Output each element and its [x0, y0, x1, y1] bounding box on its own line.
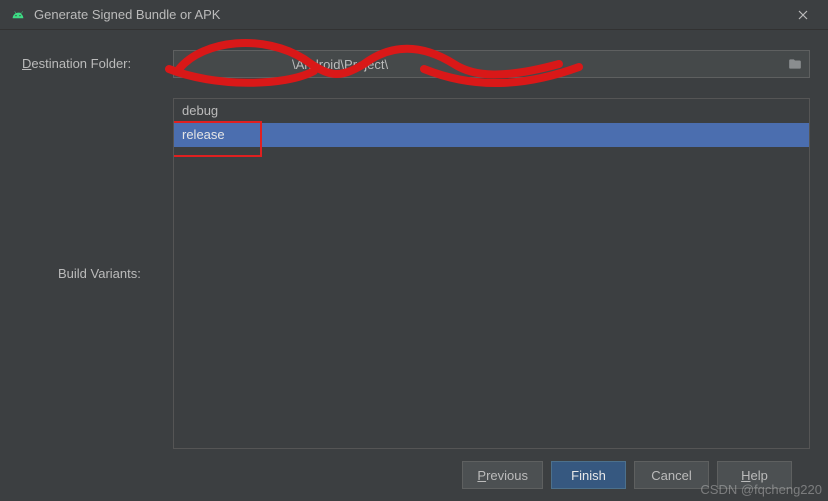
build-variants-row: Build Variants: debug release	[18, 98, 810, 449]
close-button[interactable]	[788, 0, 818, 30]
titlebar: Generate Signed Bundle or APK	[0, 0, 828, 30]
destination-input[interactable]: \Android\Project\	[173, 50, 810, 78]
destination-row: Destination Folder: \Android\Project\	[18, 50, 810, 78]
browse-folder-icon[interactable]	[785, 54, 805, 74]
cancel-button[interactable]: Cancel	[634, 461, 709, 489]
help-button[interactable]: Help	[717, 461, 792, 489]
destination-path: \Android\Project\	[182, 57, 785, 72]
build-variants-list[interactable]: debug release	[173, 98, 810, 449]
window-title: Generate Signed Bundle or APK	[34, 7, 788, 22]
previous-button[interactable]: Previous	[462, 461, 543, 489]
build-variants-label: Build Variants:	[18, 98, 173, 449]
variant-item-release[interactable]: release	[174, 123, 809, 147]
dialog-content: Destination Folder: \Android\Project\ Bu…	[0, 30, 828, 501]
button-bar: Previous Finish Cancel Help	[18, 449, 810, 501]
finish-button[interactable]: Finish	[551, 461, 626, 489]
destination-label: Destination Folder:	[18, 50, 173, 71]
variant-item-debug[interactable]: debug	[174, 99, 809, 123]
android-icon	[10, 7, 26, 23]
